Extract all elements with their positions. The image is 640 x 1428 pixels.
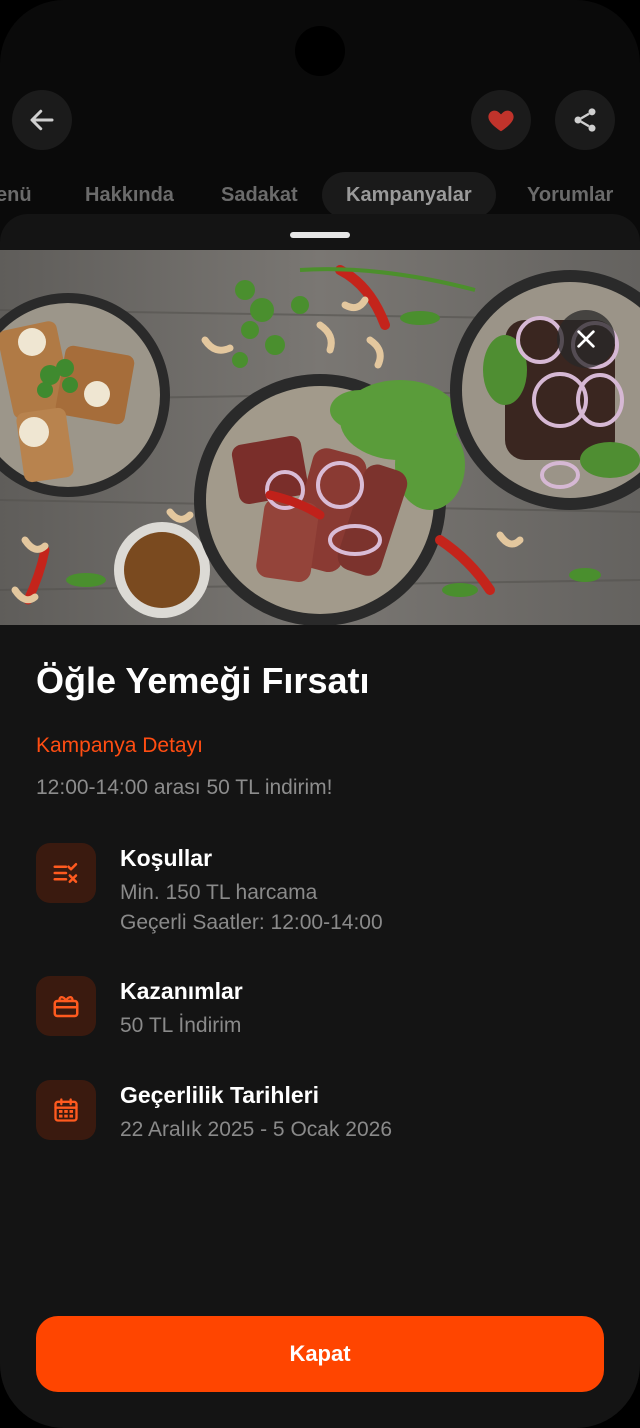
campaign-title: Öğle Yemeği Fırsatı	[36, 660, 370, 701]
share-button[interactable]	[555, 90, 615, 150]
tab-about[interactable]: Hakkında	[85, 172, 174, 218]
campaign-food-image	[0, 250, 640, 625]
conditions-title: Koşullar	[120, 845, 213, 871]
campaign-detail-label: Kampanya Detayı	[36, 734, 203, 757]
arrow-left-icon	[30, 109, 54, 131]
campaign-bottom-sheet: Öğle Yemeği Fırsatı Kampanya Detayı 12:0…	[0, 214, 640, 1428]
conditions-icon-tile	[36, 843, 96, 903]
close-image-button[interactable]	[557, 310, 615, 368]
camera-cutout	[295, 26, 345, 76]
gift-card-icon	[53, 996, 79, 1018]
validity-title: Geçerlilik Tarihleri	[120, 1082, 320, 1108]
tab-loyalty[interactable]: Sadakat	[221, 172, 298, 218]
benefits-icon-tile	[36, 976, 96, 1036]
share-icon	[574, 108, 596, 132]
favorite-button[interactable]	[471, 90, 531, 150]
close-button[interactable]: Kapat	[36, 1316, 604, 1392]
back-button[interactable]	[12, 90, 72, 150]
conditions-line: Min. 150 TL harcama	[120, 881, 318, 904]
close-icon	[577, 330, 595, 348]
validity-section: Geçerlilik Tarihleri 22 Aralık 2025 - 5 …	[36, 1080, 606, 1150]
validity-dates: 22 Aralık 2025 - 5 Ocak 2026	[120, 1118, 393, 1141]
heart-icon	[488, 110, 514, 132]
tab-reviews[interactable]: Yorumlar	[527, 172, 613, 218]
conditions-section: Koşullar Min. 150 TL harcama Geçerli Saa…	[36, 843, 606, 943]
tab-campaigns[interactable]: Kampanyalar	[322, 172, 496, 218]
phone-screen: enü Hakkında Sadakat Kampanyalar Yorumla…	[0, 0, 640, 1428]
calendar-icon	[54, 1098, 78, 1122]
campaign-description: 12:00-14:00 arası 50 TL indirim!	[36, 776, 333, 799]
benefits-title: Kazanımlar	[120, 978, 243, 1004]
tab-menu[interactable]: enü	[0, 172, 32, 218]
tab-bar: enü Hakkında Sadakat Kampanyalar Yorumla…	[0, 172, 640, 218]
conditions-line: Geçerli Saatler: 12:00-14:00	[120, 911, 383, 934]
benefits-section: Kazanımlar 50 TL İndirim	[36, 976, 606, 1046]
benefits-line: 50 TL İndirim	[120, 1014, 242, 1037]
drag-handle[interactable]	[290, 232, 350, 238]
checklist-icon	[53, 863, 78, 883]
validity-icon-tile	[36, 1080, 96, 1140]
